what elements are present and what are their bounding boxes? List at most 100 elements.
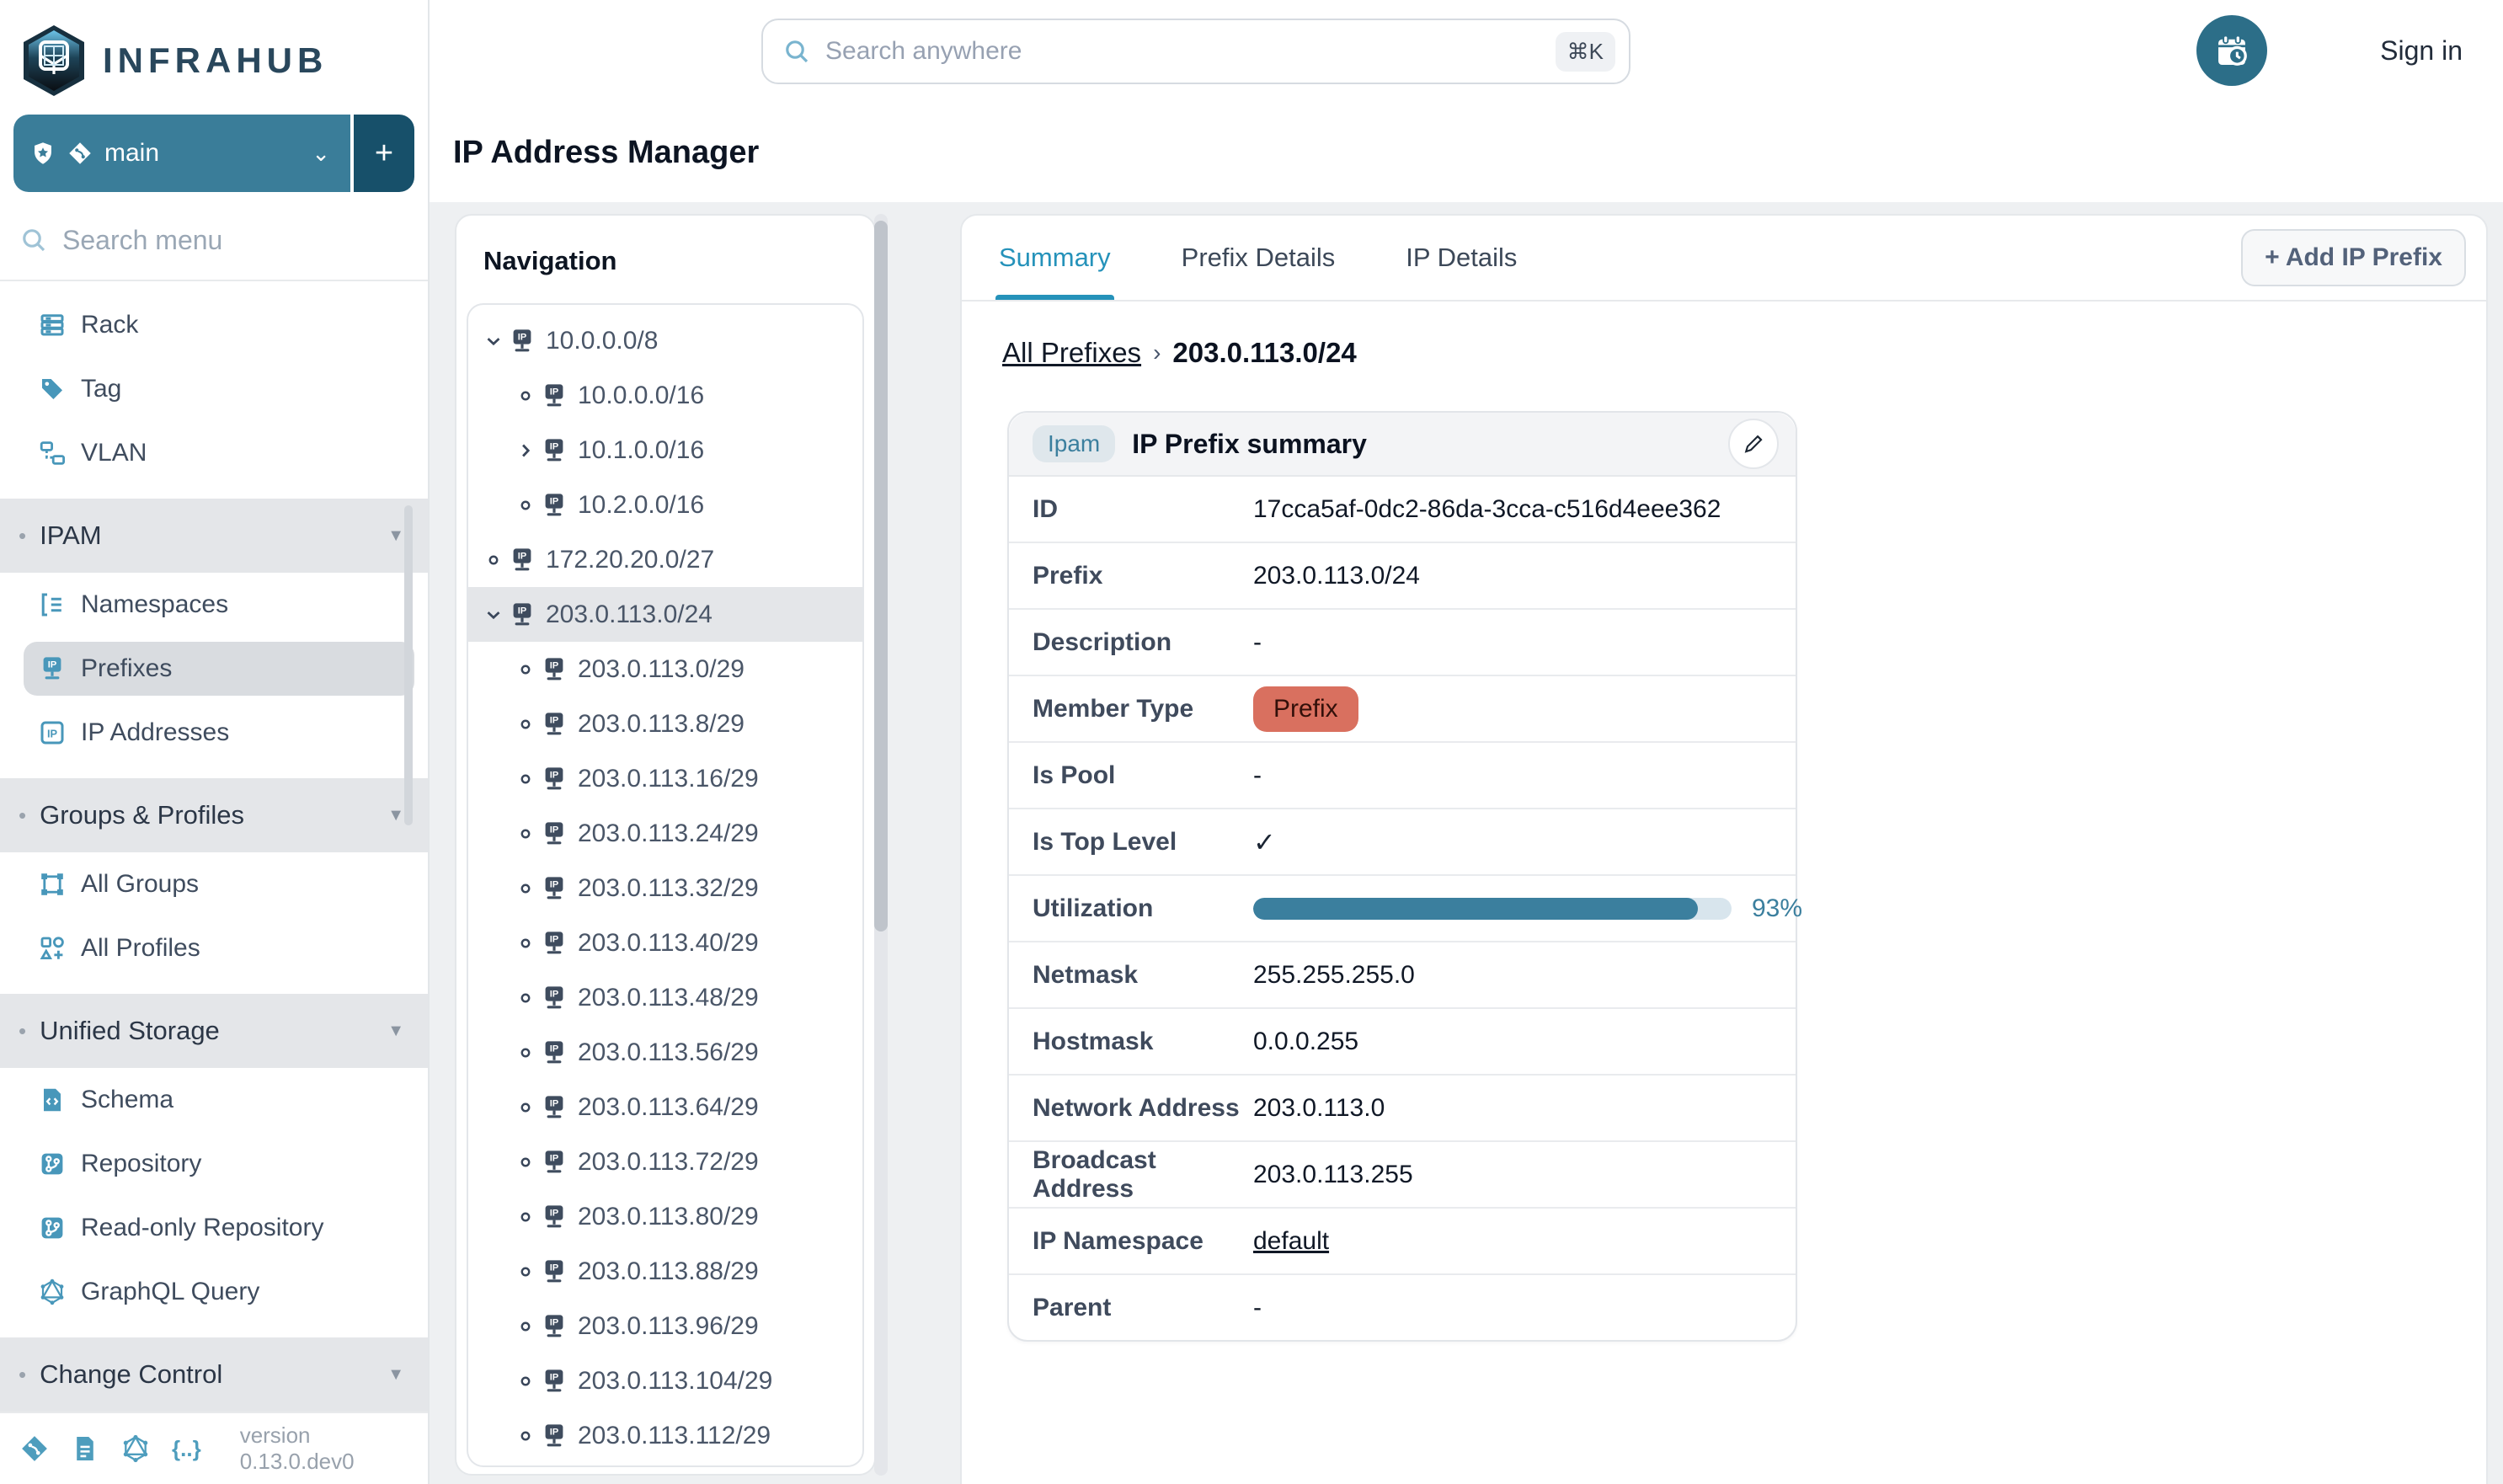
time-travel-button[interactable] xyxy=(2196,15,2267,86)
field-row-description: Description- xyxy=(1009,610,1796,676)
global-search-input[interactable]: Search anywhere ⌘K xyxy=(761,19,1630,84)
tree-item-10-0-0-0-8[interactable]: IP10.0.0.0/8 xyxy=(468,313,862,368)
tree-item-203-0-113-32-29[interactable]: IP203.0.113.32/29 xyxy=(468,861,862,915)
tree-item-10-1-0-0-16[interactable]: IP10.1.0.0/16 xyxy=(468,423,862,478)
utilization-progress-bar xyxy=(1253,898,1732,920)
sidebar-item-repository[interactable]: Repository xyxy=(0,1132,428,1196)
sidebar-scrollbar[interactable] xyxy=(404,505,413,825)
tree-item-label: 203.0.113.16/29 xyxy=(578,765,759,793)
tree-item-10-0-0-0-16[interactable]: IP10.0.0.0/16 xyxy=(468,368,862,423)
tree-item-203-0-113-40-29[interactable]: IP203.0.113.40/29 xyxy=(468,915,862,970)
tree-item-203-0-113-48-29[interactable]: IP203.0.113.48/29 xyxy=(468,970,862,1025)
sidebar-item-label: Prefixes xyxy=(81,654,172,683)
branch-selector: main ⌄ + xyxy=(13,115,414,192)
chevron-down-icon[interactable] xyxy=(482,604,505,626)
document-icon[interactable] xyxy=(71,1434,99,1463)
tree-scrollbar[interactable] xyxy=(874,214,888,1476)
tab-ip-details[interactable]: IP Details xyxy=(1406,216,1517,300)
tree-item-203-0-113-64-29[interactable]: IP203.0.113.64/29 xyxy=(468,1080,862,1134)
tree-item-10-2-0-0-16[interactable]: IP10.2.0.0/16 xyxy=(468,478,862,532)
sidebar-search[interactable]: Search menu xyxy=(0,200,428,280)
tree-item-172-20-20-0-27[interactable]: IP172.20.20.0/27 xyxy=(468,532,862,587)
leaf-circle-icon[interactable] xyxy=(482,549,505,571)
tree-item-label: 172.20.20.0/27 xyxy=(546,546,714,574)
svg-text:IP: IP xyxy=(550,1153,559,1163)
field-row-parent: Parent- xyxy=(1009,1275,1796,1340)
tree-item-203-0-113-112-29[interactable]: IP203.0.113.112/29 xyxy=(468,1408,862,1463)
chevron-down-icon[interactable] xyxy=(482,330,505,352)
leaf-circle-icon[interactable] xyxy=(514,385,537,407)
tree-item-203-0-113-24-29[interactable]: IP203.0.113.24/29 xyxy=(468,806,862,861)
leaf-circle-icon[interactable] xyxy=(514,1097,537,1118)
field-label: Is Top Level xyxy=(1033,828,1253,857)
tree-item-203-0-113-0-24[interactable]: IP203.0.113.0/24 xyxy=(468,587,862,642)
branch-selector-button[interactable]: main ⌄ xyxy=(13,115,350,192)
field-label: Prefix xyxy=(1033,562,1253,590)
sidebar-item-prefixes[interactable]: IPPrefixes xyxy=(0,637,428,701)
prefix-icon: IP xyxy=(541,656,568,683)
add-ip-prefix-button[interactable]: + Add IP Prefix xyxy=(2241,229,2466,286)
leaf-circle-icon[interactable] xyxy=(514,768,537,790)
leaf-circle-icon[interactable] xyxy=(514,1261,537,1283)
leaf-circle-icon[interactable] xyxy=(514,878,537,899)
tree-item-203-0-113-8-29[interactable]: IP203.0.113.8/29 xyxy=(468,697,862,751)
sidebar-item-rack[interactable]: Rack xyxy=(0,293,428,357)
create-branch-button[interactable]: + xyxy=(350,115,414,192)
leaf-circle-icon[interactable] xyxy=(514,713,537,735)
tree-scrollbar-thumb[interactable] xyxy=(874,221,888,932)
sidebar-section-unified-storage[interactable]: •Unified Storage▼ xyxy=(0,994,428,1068)
leaf-circle-icon[interactable] xyxy=(514,1316,537,1337)
field-row-is-pool: Is Pool- xyxy=(1009,743,1796,809)
braces-icon[interactable]: {..} xyxy=(172,1436,201,1462)
tree-item-203-0-113-120-29[interactable]: IP203.0.113.120/29 xyxy=(468,1463,862,1467)
leaf-circle-icon[interactable] xyxy=(514,659,537,681)
svg-text:IP: IP xyxy=(550,1372,559,1382)
leaf-circle-icon[interactable] xyxy=(514,1425,537,1447)
git-icon[interactable] xyxy=(20,1434,49,1463)
tree-item-203-0-113-96-29[interactable]: IP203.0.113.96/29 xyxy=(468,1299,862,1353)
tree-item-203-0-113-80-29[interactable]: IP203.0.113.80/29 xyxy=(468,1189,862,1244)
sidebar-item-ip-addresses[interactable]: IPIP Addresses xyxy=(0,701,428,765)
sidebar-item-graphql-query[interactable]: GraphQL Query xyxy=(0,1260,428,1324)
sidebar-item-vlan[interactable]: VLAN xyxy=(0,421,428,485)
ip-address-icon: IP xyxy=(39,719,66,746)
sidebar-section-ipam[interactable]: •IPAM▼ xyxy=(0,499,428,573)
svg-text:IP: IP xyxy=(550,770,559,780)
tree-item-203-0-113-16-29[interactable]: IP 203.0.113.16/29 xyxy=(468,751,862,806)
tree-item-203-0-113-88-29[interactable]: IP203.0.113.88/29 xyxy=(468,1244,862,1299)
tree-item-203-0-113-0-29[interactable]: IP203.0.113.0/29 xyxy=(468,642,862,697)
leaf-circle-icon[interactable] xyxy=(514,1151,537,1173)
sidebar-item-all-groups[interactable]: All Groups xyxy=(0,852,428,916)
sidebar-item-namespaces[interactable]: Namespaces xyxy=(0,573,428,637)
sidebar-section-groups-profiles[interactable]: •Groups & Profiles▼ xyxy=(0,778,428,852)
sidebar-item-schema[interactable]: Schema xyxy=(0,1068,428,1132)
breadcrumb-all-prefixes-link[interactable]: All Prefixes xyxy=(1002,337,1141,369)
tab-summary[interactable]: Summary xyxy=(999,216,1111,300)
tree-item-203-0-113-56-29[interactable]: IP203.0.113.56/29 xyxy=(468,1025,862,1080)
field-row-ip-namespace: IP Namespacedefault xyxy=(1009,1209,1796,1275)
main-panel: Summary Prefix Details IP Details + Add IP … xyxy=(960,214,2488,1484)
leaf-circle-icon[interactable] xyxy=(514,932,537,954)
leaf-circle-icon[interactable] xyxy=(514,987,537,1009)
ip-namespace-link[interactable]: default xyxy=(1253,1227,1329,1256)
sidebar-item-all-profiles[interactable]: All Profiles xyxy=(0,916,428,980)
tree-item-203-0-113-104-29[interactable]: IP203.0.113.104/29 xyxy=(468,1353,862,1408)
logo[interactable]: INFRAHUB xyxy=(0,0,428,104)
leaf-circle-icon[interactable] xyxy=(514,494,537,516)
chevron-right-icon[interactable] xyxy=(514,440,537,462)
sidebar-item-read-only-repository[interactable]: Read-only Repository xyxy=(0,1196,428,1260)
sidebar-item-tag[interactable]: Tag xyxy=(0,357,428,421)
utilization-percent: 93% xyxy=(1752,894,1802,923)
leaf-circle-icon[interactable] xyxy=(514,823,537,845)
edit-button[interactable] xyxy=(1728,419,1779,469)
sign-in-button[interactable]: Sign in xyxy=(2380,35,2463,67)
leaf-circle-icon[interactable] xyxy=(514,1042,537,1064)
leaf-circle-icon[interactable] xyxy=(514,1370,537,1392)
leaf-circle-icon[interactable] xyxy=(514,1206,537,1228)
tree-item-203-0-113-72-29[interactable]: IP203.0.113.72/29 xyxy=(468,1134,862,1189)
graphql-icon[interactable] xyxy=(121,1434,150,1463)
tab-prefix-details[interactable]: Prefix Details xyxy=(1182,216,1336,300)
field-label: Hostmask xyxy=(1033,1028,1253,1056)
tree-item-label: 203.0.113.96/29 xyxy=(578,1312,759,1341)
sidebar-section-change-control[interactable]: •Change Control▼ xyxy=(0,1337,428,1412)
